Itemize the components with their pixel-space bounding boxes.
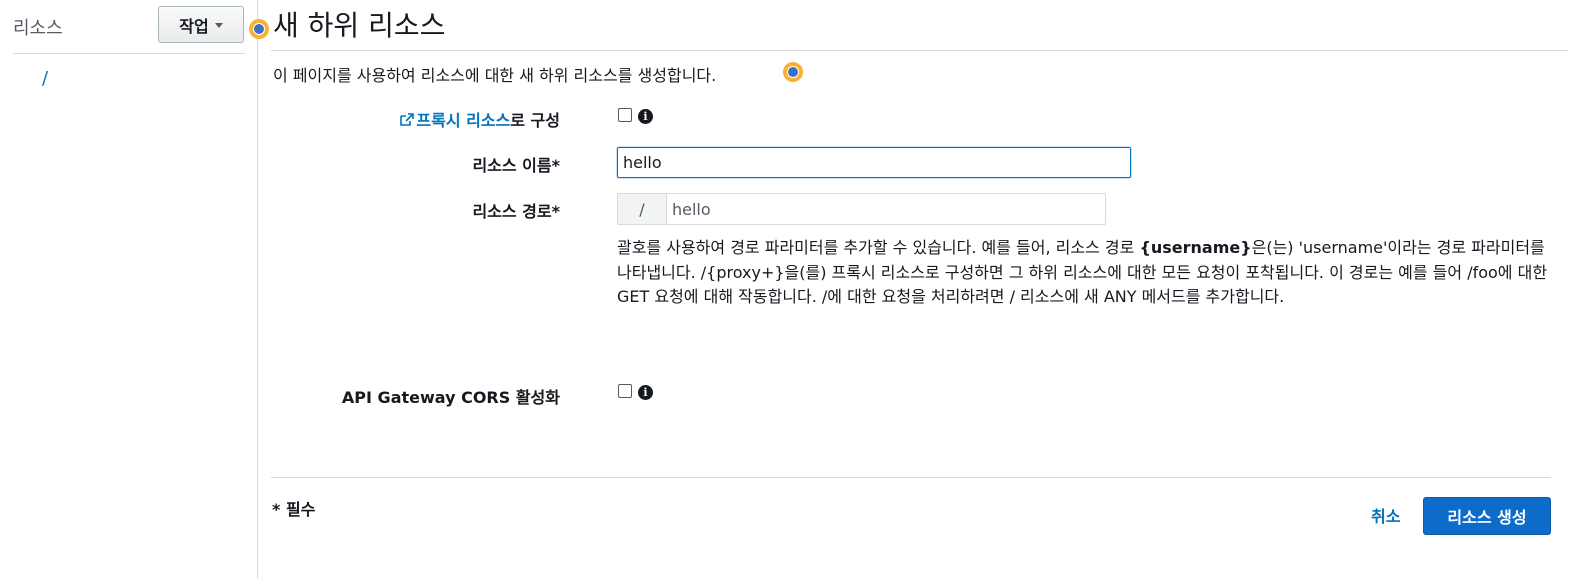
required-note: * 필수: [272, 500, 316, 519]
actions-label: 작업: [179, 16, 209, 36]
proxy-label-suffix: 로 구성: [510, 111, 560, 130]
help-text-part1: 괄호를 사용하여 경로 파라미터를 추가할 수 있습니다. 예를 들어, 리소스…: [617, 238, 1140, 257]
info-icon[interactable]: i: [638, 109, 653, 124]
actions-dropdown-button[interactable]: 작업: [158, 6, 244, 43]
page-title: 새 하위 리소스: [273, 9, 446, 42]
caret-down-icon: [214, 23, 223, 28]
info-icon[interactable]: i: [638, 385, 653, 400]
resource-path-prefix: /: [618, 194, 667, 224]
title-divider: [271, 50, 1568, 51]
create-resource-button[interactable]: 리소스 생성: [1423, 497, 1551, 535]
sidebar-title: 리소스: [13, 18, 63, 39]
cancel-button[interactable]: 취소: [1371, 503, 1400, 527]
resource-tree-root[interactable]: /: [42, 68, 48, 89]
resource-path-input[interactable]: hello: [667, 194, 1105, 224]
sidebar-divider: [13, 53, 245, 54]
resource-name-label: 리소스 이름*: [472, 156, 560, 175]
external-link-icon: [400, 113, 415, 126]
proxy-link-text: 프록시 리소스: [416, 111, 511, 130]
resource-path-value: hello: [672, 199, 711, 219]
resource-sidebar: 리소스 작업 /: [0, 0, 258, 579]
page-description: 이 페이지를 사용하여 리소스에 대한 새 하위 리소스를 생성합니다.: [273, 66, 717, 85]
cors-label: API Gateway CORS 활성화: [341, 388, 560, 407]
proxy-resource-label: 프록시 리소스로 구성: [399, 107, 560, 131]
proxy-resource-link[interactable]: 프록시 리소스: [399, 111, 510, 130]
help-text-example: {username}: [1139, 238, 1252, 257]
cors-checkbox[interactable]: [618, 384, 632, 398]
resource-name-input[interactable]: hello: [617, 147, 1131, 178]
app-window: 리소스 작업 / 새 하위 리소스 이 페이지를 사용하여 리소스에 대한 새 …: [0, 0, 1589, 579]
resource-path-help: 괄호를 사용하여 경로 파라미터를 추가할 수 있습니다. 예를 들어, 리소스…: [617, 236, 1552, 310]
resource-name-value: hello: [623, 153, 662, 172]
footer-divider: [271, 477, 1551, 478]
proxy-resource-checkbox[interactable]: [618, 108, 632, 122]
resource-path-field: / hello: [617, 193, 1106, 225]
guide-marker-icon[interactable]: [783, 62, 803, 82]
guide-marker-icon[interactable]: [249, 19, 269, 39]
resource-path-label: 리소스 경로*: [472, 202, 560, 221]
